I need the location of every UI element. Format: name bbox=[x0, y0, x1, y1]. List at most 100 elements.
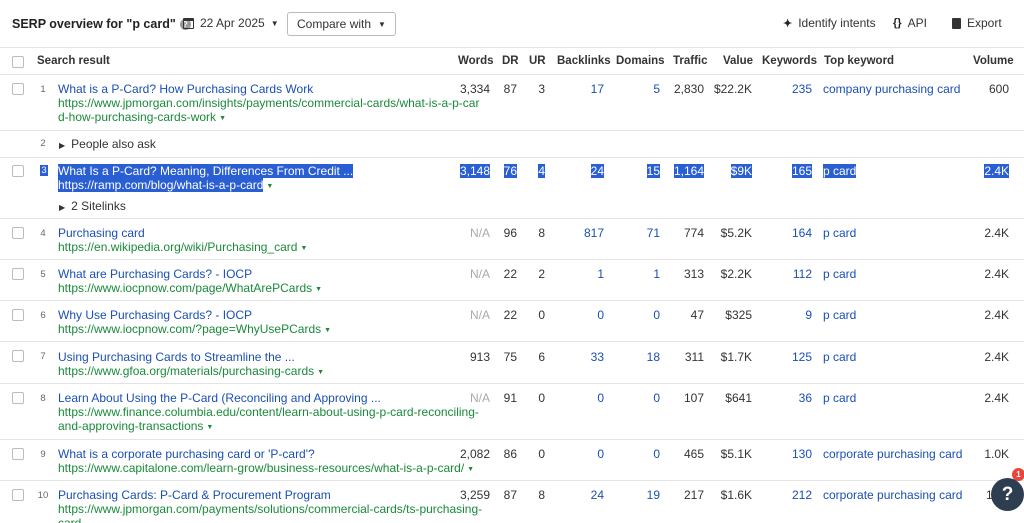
chevron-down-icon[interactable]: ▼ bbox=[206, 421, 213, 435]
domains-link[interactable]: 0 bbox=[653, 391, 660, 405]
row-checkbox[interactable] bbox=[12, 309, 24, 321]
top-keyword-link[interactable]: p card bbox=[823, 226, 856, 240]
result-url-link[interactable]: https://ramp.com/blog/what-is-a-p-card ▼ bbox=[58, 178, 273, 194]
divider bbox=[0, 383, 1024, 384]
people-also-ask-toggle[interactable]: ▶ People also ask bbox=[59, 137, 156, 151]
words-value: N/A bbox=[469, 391, 490, 405]
help-chat-button[interactable]: ? bbox=[991, 478, 1024, 511]
keywords-link[interactable]: 165 bbox=[791, 164, 812, 178]
top-keyword-link[interactable]: p card bbox=[823, 164, 857, 178]
top-keyword-link[interactable]: p card bbox=[823, 350, 856, 364]
backlinks-link[interactable]: 1 bbox=[597, 267, 604, 281]
row-checkbox[interactable] bbox=[12, 448, 24, 460]
result-url-link[interactable]: https://www.finance.columbia.edu/content… bbox=[58, 405, 479, 435]
backlinks-link[interactable]: 0 bbox=[597, 308, 604, 322]
col-volume[interactable]: Volume bbox=[973, 55, 1014, 67]
col-top-keyword[interactable]: Top keyword bbox=[824, 55, 894, 67]
backlinks-link[interactable]: 33 bbox=[591, 350, 604, 364]
chevron-down-icon[interactable]: ▼ bbox=[300, 242, 307, 256]
result-title-link[interactable]: What are Purchasing Cards? - IOCP bbox=[58, 267, 252, 281]
divider bbox=[0, 47, 1024, 48]
col-value[interactable]: Value bbox=[723, 55, 753, 67]
keywords-link[interactable]: 9 bbox=[805, 308, 812, 322]
identify-intents-button[interactable]: ✦ Identify intents bbox=[783, 16, 876, 30]
result-url-link[interactable]: https://www.jpmorgan.com/insights/paymen… bbox=[58, 96, 479, 126]
backlinks-link[interactable]: 0 bbox=[597, 391, 604, 405]
result-url-link[interactable]: https://www.iocpnow.com/page/WhatArePCar… bbox=[58, 281, 322, 297]
top-keyword-link[interactable]: company purchasing card bbox=[823, 82, 960, 96]
keywords-link[interactable]: 112 bbox=[793, 267, 812, 281]
result-title-link[interactable]: What is a corporate purchasing card or '… bbox=[58, 447, 315, 461]
col-search-result[interactable]: Search result bbox=[37, 55, 110, 67]
row-number: 4 bbox=[40, 228, 46, 239]
backlinks-link[interactable]: 17 bbox=[591, 82, 604, 96]
keywords-link[interactable]: 36 bbox=[799, 391, 812, 405]
col-traffic[interactable]: Traffic bbox=[673, 55, 708, 67]
result-title-link[interactable]: Learn About Using the P-Card (Reconcilin… bbox=[58, 391, 381, 405]
result-title-link[interactable]: Purchasing Cards: P-Card & Procurement P… bbox=[58, 488, 331, 502]
api-button[interactable]: {} API bbox=[893, 16, 927, 30]
sparkle-icon: ✦ bbox=[783, 17, 793, 30]
domains-link[interactable]: 15 bbox=[646, 164, 660, 178]
result-url-link[interactable]: https://en.wikipedia.org/wiki/Purchasing… bbox=[58, 240, 307, 256]
row-checkbox[interactable] bbox=[12, 227, 24, 239]
select-all-checkbox[interactable] bbox=[12, 56, 24, 68]
domains-link[interactable]: 0 bbox=[653, 308, 660, 322]
volume-value: 2.4K bbox=[984, 391, 1009, 405]
backlinks-link[interactable]: 817 bbox=[584, 226, 604, 240]
col-ur[interactable]: UR bbox=[529, 55, 546, 67]
keywords-link[interactable]: 212 bbox=[792, 488, 812, 502]
result-url-link[interactable]: https://www.iocpnow.com/?page=WhyUsePCar… bbox=[58, 322, 331, 338]
backlinks-link[interactable]: 0 bbox=[597, 447, 604, 461]
value-value: $1.6K bbox=[720, 488, 752, 502]
top-keyword-link[interactable]: p card bbox=[823, 308, 856, 322]
top-keyword-link[interactable]: corporate purchasing card bbox=[823, 447, 962, 461]
result-title-link[interactable]: Using Purchasing Cards to Streamline the… bbox=[58, 350, 295, 364]
row-checkbox[interactable] bbox=[12, 83, 24, 95]
backlinks-link[interactable]: 24 bbox=[590, 164, 604, 178]
top-keyword-link[interactable]: corporate purchasing card bbox=[823, 488, 962, 502]
chevron-down-icon[interactable]: ▼ bbox=[324, 324, 331, 338]
compare-with-button[interactable]: Compare with ▼ bbox=[287, 12, 396, 36]
chevron-down-icon[interactable]: ▼ bbox=[315, 283, 322, 297]
result-title-link[interactable]: What Is a P-Card? Meaning, Differences F… bbox=[58, 164, 354, 178]
domains-link[interactable]: 5 bbox=[653, 82, 660, 96]
backlinks-link[interactable]: 24 bbox=[591, 488, 604, 502]
row-checkbox[interactable] bbox=[12, 165, 24, 177]
top-keyword-link[interactable]: p card bbox=[823, 391, 856, 405]
date-picker[interactable]: 22 Apr 2025 ▼ bbox=[183, 16, 279, 30]
domains-link[interactable]: 1 bbox=[653, 267, 660, 281]
keywords-link[interactable]: 235 bbox=[792, 82, 812, 96]
col-words[interactable]: Words bbox=[458, 55, 494, 67]
chevron-down-icon[interactable]: ▼ bbox=[317, 366, 324, 380]
row-checkbox[interactable] bbox=[12, 489, 24, 501]
domains-link[interactable]: 0 bbox=[653, 447, 660, 461]
result-url-link[interactable]: https://www.gfoa.org/materials/purchasin… bbox=[58, 364, 324, 380]
result-title-link[interactable]: What is a P-Card? How Purchasing Cards W… bbox=[58, 82, 313, 96]
chevron-down-icon[interactable]: ▼ bbox=[467, 463, 474, 477]
row-checkbox[interactable] bbox=[12, 392, 24, 404]
export-button[interactable]: Export bbox=[952, 16, 1002, 30]
col-backlinks[interactable]: Backlinks bbox=[557, 55, 611, 67]
col-domains[interactable]: Domains bbox=[616, 55, 665, 67]
domains-link[interactable]: 18 bbox=[647, 350, 660, 364]
chevron-down-icon[interactable]: ▼ bbox=[219, 112, 226, 126]
result-url-link[interactable]: https://www.capitalone.com/learn-grow/bu… bbox=[58, 461, 474, 477]
domains-link[interactable]: 19 bbox=[647, 488, 660, 502]
keywords-link[interactable]: 130 bbox=[792, 447, 812, 461]
result-url-link[interactable]: https://www.jpmorgan.com/payments/soluti… bbox=[58, 502, 482, 523]
chevron-down-icon[interactable]: ▼ bbox=[266, 180, 273, 194]
col-dr[interactable]: DR bbox=[502, 55, 519, 67]
row-checkbox[interactable] bbox=[12, 350, 24, 362]
domains-link[interactable]: 71 bbox=[647, 226, 660, 240]
result-title-link[interactable]: Purchasing card bbox=[58, 226, 145, 240]
url-text: https://www.jpmorgan.com/payments/soluti… bbox=[58, 502, 483, 516]
sitelinks-toggle[interactable]: ▶ 2 Sitelinks bbox=[59, 199, 126, 213]
keywords-link[interactable]: 164 bbox=[792, 226, 812, 240]
result-title-link[interactable]: Why Use Purchasing Cards? - IOCP bbox=[58, 308, 252, 322]
col-keywords[interactable]: Keywords bbox=[762, 55, 817, 67]
top-keyword-link[interactable]: p card bbox=[823, 267, 856, 281]
divider bbox=[0, 157, 1024, 158]
row-checkbox[interactable] bbox=[12, 268, 24, 280]
keywords-link[interactable]: 125 bbox=[792, 350, 812, 364]
